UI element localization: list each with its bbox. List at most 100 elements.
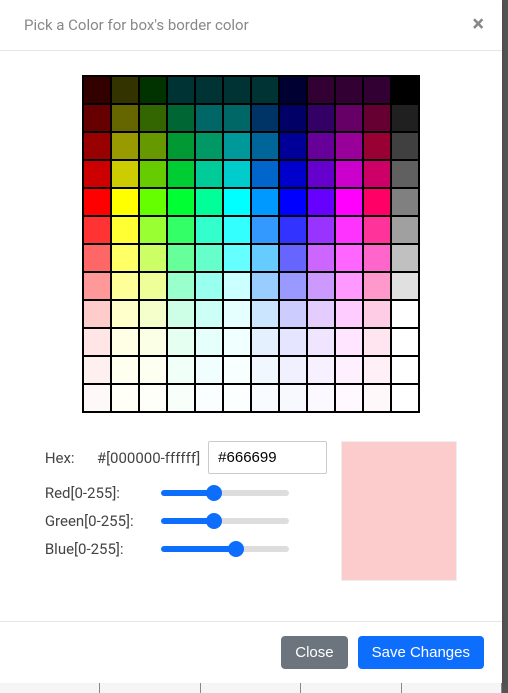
- swatch[interactable]: [167, 104, 195, 132]
- swatch[interactable]: [83, 216, 111, 244]
- swatch[interactable]: [251, 216, 279, 244]
- swatch[interactable]: [223, 76, 251, 104]
- swatch[interactable]: [391, 384, 419, 412]
- swatch[interactable]: [391, 160, 419, 188]
- swatch[interactable]: [167, 384, 195, 412]
- swatch[interactable]: [307, 76, 335, 104]
- swatch[interactable]: [167, 244, 195, 272]
- swatch[interactable]: [279, 328, 307, 356]
- swatch[interactable]: [279, 384, 307, 412]
- swatch[interactable]: [83, 300, 111, 328]
- swatch[interactable]: [335, 384, 363, 412]
- swatch[interactable]: [251, 328, 279, 356]
- swatch[interactable]: [363, 160, 391, 188]
- swatch[interactable]: [195, 132, 223, 160]
- swatch[interactable]: [83, 76, 111, 104]
- swatch[interactable]: [223, 244, 251, 272]
- swatch[interactable]: [363, 216, 391, 244]
- green-slider[interactable]: [161, 518, 289, 524]
- swatch[interactable]: [363, 76, 391, 104]
- swatch[interactable]: [167, 160, 195, 188]
- swatch[interactable]: [139, 384, 167, 412]
- swatch[interactable]: [251, 384, 279, 412]
- swatch[interactable]: [335, 188, 363, 216]
- swatch[interactable]: [111, 216, 139, 244]
- swatch[interactable]: [335, 328, 363, 356]
- swatch[interactable]: [139, 300, 167, 328]
- swatch[interactable]: [363, 384, 391, 412]
- swatch[interactable]: [111, 132, 139, 160]
- swatch[interactable]: [83, 328, 111, 356]
- swatch[interactable]: [251, 132, 279, 160]
- swatch[interactable]: [223, 300, 251, 328]
- swatch[interactable]: [307, 104, 335, 132]
- swatch[interactable]: [139, 328, 167, 356]
- swatch[interactable]: [139, 104, 167, 132]
- swatch[interactable]: [111, 384, 139, 412]
- swatch[interactable]: [111, 272, 139, 300]
- swatch[interactable]: [167, 216, 195, 244]
- swatch[interactable]: [307, 384, 335, 412]
- swatch[interactable]: [195, 104, 223, 132]
- swatch[interactable]: [195, 272, 223, 300]
- swatch[interactable]: [139, 160, 167, 188]
- swatch[interactable]: [335, 104, 363, 132]
- swatch[interactable]: [279, 300, 307, 328]
- swatch[interactable]: [335, 160, 363, 188]
- swatch[interactable]: [111, 160, 139, 188]
- swatch[interactable]: [111, 188, 139, 216]
- swatch[interactable]: [223, 104, 251, 132]
- swatch[interactable]: [307, 328, 335, 356]
- swatch[interactable]: [83, 244, 111, 272]
- swatch[interactable]: [279, 244, 307, 272]
- swatch[interactable]: [139, 244, 167, 272]
- swatch[interactable]: [251, 76, 279, 104]
- swatch[interactable]: [363, 300, 391, 328]
- swatch[interactable]: [335, 300, 363, 328]
- swatch[interactable]: [279, 76, 307, 104]
- swatch[interactable]: [307, 132, 335, 160]
- swatch[interactable]: [279, 132, 307, 160]
- swatch[interactable]: [335, 272, 363, 300]
- swatch[interactable]: [307, 160, 335, 188]
- swatch[interactable]: [335, 216, 363, 244]
- swatch[interactable]: [139, 76, 167, 104]
- swatch[interactable]: [279, 188, 307, 216]
- swatch[interactable]: [279, 356, 307, 384]
- swatch[interactable]: [111, 328, 139, 356]
- swatch[interactable]: [391, 328, 419, 356]
- swatch[interactable]: [195, 244, 223, 272]
- swatch[interactable]: [83, 272, 111, 300]
- swatch[interactable]: [139, 356, 167, 384]
- swatch[interactable]: [307, 356, 335, 384]
- swatch[interactable]: [307, 188, 335, 216]
- swatch[interactable]: [251, 244, 279, 272]
- swatch[interactable]: [83, 356, 111, 384]
- swatch[interactable]: [279, 272, 307, 300]
- swatch[interactable]: [363, 188, 391, 216]
- swatch[interactable]: [335, 132, 363, 160]
- swatch[interactable]: [335, 244, 363, 272]
- swatch[interactable]: [167, 300, 195, 328]
- swatch[interactable]: [111, 356, 139, 384]
- swatch[interactable]: [251, 272, 279, 300]
- swatch[interactable]: [111, 300, 139, 328]
- blue-slider[interactable]: [161, 546, 289, 552]
- swatch[interactable]: [391, 272, 419, 300]
- swatch[interactable]: [251, 104, 279, 132]
- swatch[interactable]: [195, 76, 223, 104]
- swatch[interactable]: [195, 160, 223, 188]
- swatch[interactable]: [251, 356, 279, 384]
- swatch[interactable]: [223, 132, 251, 160]
- swatch[interactable]: [391, 216, 419, 244]
- swatch[interactable]: [139, 216, 167, 244]
- swatch[interactable]: [167, 132, 195, 160]
- swatch[interactable]: [223, 188, 251, 216]
- hex-input[interactable]: [208, 441, 327, 474]
- swatch[interactable]: [195, 328, 223, 356]
- swatch[interactable]: [223, 272, 251, 300]
- close-button[interactable]: Close: [281, 636, 347, 669]
- swatch[interactable]: [223, 356, 251, 384]
- swatch[interactable]: [167, 188, 195, 216]
- swatch[interactable]: [83, 104, 111, 132]
